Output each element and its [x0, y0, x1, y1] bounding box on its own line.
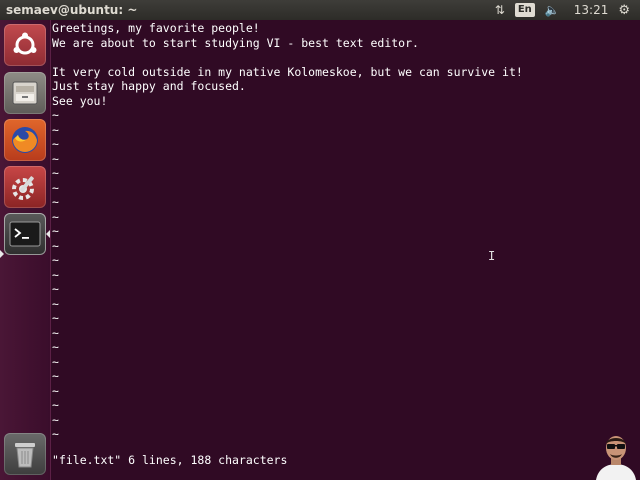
editor-line: It very cold outside in my native Kolome…: [52, 64, 523, 79]
tilde-marker: ~: [52, 180, 59, 195]
tilde-marker: ~: [52, 238, 59, 253]
tilde-marker: ~: [52, 195, 59, 209]
status-line: "file.txt" 6 lines, 188 characters: [52, 453, 288, 467]
files-cabinet-icon: [12, 81, 38, 105]
vi-editor[interactable]: Greetings, my favorite people! We are ab…: [51, 20, 640, 480]
tilde-marker: ~: [52, 311, 59, 325]
tilde-marker: ~: [52, 383, 59, 398]
tilde-marker: ~: [52, 267, 59, 282]
tilde-marker: ~: [52, 108, 59, 122]
tilde-marker: ~: [52, 151, 59, 166]
launcher: [0, 20, 51, 480]
ibeam-cursor-icon: I: [488, 249, 496, 263]
editor-line: Greetings, my favorite people!: [52, 21, 260, 35]
system-tray: ⇅ En 🔈 13:21 ⚙: [495, 2, 630, 18]
editor-line: We are about to start studying VI - best…: [52, 35, 419, 50]
keyboard-language-indicator[interactable]: En: [514, 3, 535, 17]
firefox-button[interactable]: [4, 119, 46, 161]
network-arrows-icon[interactable]: ⇅: [495, 2, 505, 18]
tilde-marker: ~: [52, 354, 59, 369]
files-button[interactable]: [4, 72, 46, 114]
tilde-marker: ~: [52, 398, 59, 412]
tilde-marker: ~: [52, 369, 59, 383]
focused-indicator-icon: [46, 230, 50, 238]
tilde-marker: ~: [52, 340, 59, 354]
tilde-marker: ~: [52, 137, 59, 151]
dash-button[interactable]: [4, 24, 46, 66]
tilde-marker: ~: [52, 296, 59, 311]
top-panel: semaev@ubuntu: ~ ⇅ En 🔈 13:21 ⚙: [0, 0, 640, 20]
tilde-marker: ~: [52, 166, 59, 180]
tilde-marker: ~: [52, 253, 59, 267]
tilde-marker: ~: [52, 224, 59, 238]
clock[interactable]: 13:21: [574, 3, 609, 17]
presenter-webcam: [592, 428, 640, 480]
tilde-marker: ~: [52, 209, 59, 224]
editor-line: See you!: [52, 93, 108, 108]
tilde-marker: ~: [52, 325, 59, 340]
volume-icon[interactable]: 🔈: [545, 2, 560, 18]
trash-icon: [15, 443, 35, 468]
editor-line: Just stay happy and focused.: [52, 79, 246, 93]
tilde-marker: ~: [52, 412, 59, 427]
terminal-button[interactable]: [4, 213, 46, 255]
settings-wrench-icon: [12, 176, 34, 200]
trash-button[interactable]: [4, 433, 46, 475]
gear-icon[interactable]: ⚙: [618, 3, 630, 18]
terminal-icon: [9, 221, 41, 247]
firefox-icon: [12, 127, 38, 153]
tilde-marker: ~: [52, 122, 59, 137]
ubuntu-logo-icon: [13, 32, 37, 55]
presenter-avatar: [592, 428, 640, 480]
tilde-marker: ~: [52, 282, 59, 296]
active-indicator-icon: [0, 250, 4, 258]
window-title: semaev@ubuntu: ~: [6, 3, 138, 17]
tilde-marker: ~: [52, 427, 59, 441]
system-settings-button[interactable]: [4, 166, 46, 208]
